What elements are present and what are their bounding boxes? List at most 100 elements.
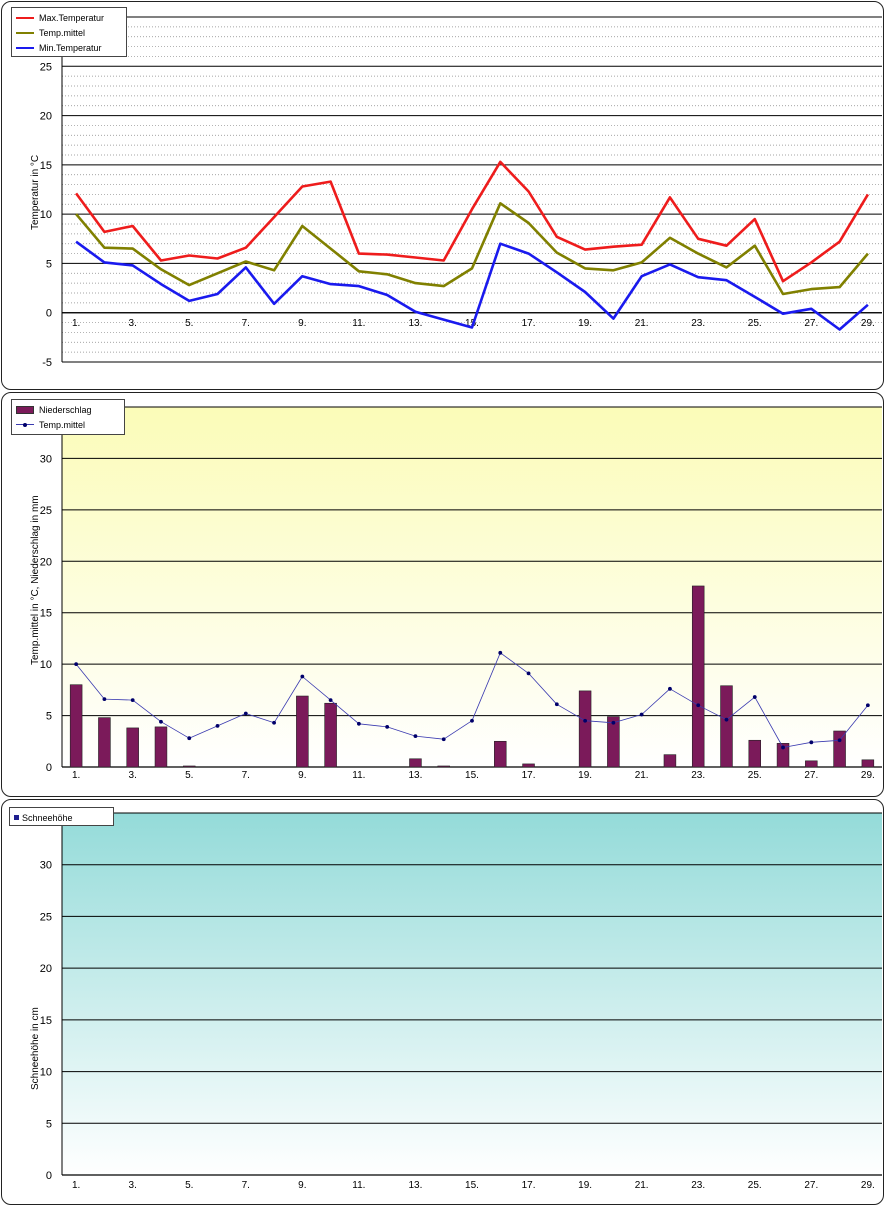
- bar: [126, 727, 139, 768]
- x-tick-label: 13.: [408, 770, 422, 781]
- x-tick-label: 7.: [242, 1180, 250, 1191]
- data-point: [300, 674, 305, 679]
- precipitation-legend: Niederschlag Temp.mittel: [11, 399, 125, 435]
- x-tick-label: 15.: [465, 1180, 479, 1191]
- x-tick-label: 29.: [861, 770, 875, 781]
- data-point: [696, 703, 701, 708]
- legend-label: Schneehöhe: [22, 812, 73, 823]
- y-tick-label: 0: [46, 762, 52, 774]
- y-tick-label: 5: [46, 1118, 52, 1130]
- x-tick-label: 11.: [352, 1180, 365, 1191]
- data-point: [243, 711, 248, 716]
- x-tick-label: 23.: [691, 1180, 705, 1191]
- data-point: [526, 671, 531, 676]
- y-tick-label: 20: [40, 963, 52, 975]
- bar: [98, 717, 111, 768]
- y-tick-label: 0: [46, 308, 52, 320]
- y-tick-label: 25: [40, 61, 52, 73]
- data-point: [159, 719, 163, 724]
- snow-depth-legend: Schneehöhe: [9, 807, 114, 826]
- legend-marker-dot: [23, 422, 27, 427]
- snow-depth-chart-panel: 0 5 10 15 20 25 30 1. 3. 5. 7. 9. 11. 13. 15. 17. 19. 21.…: [1, 799, 884, 1205]
- legend-label: Min.Temperatur: [39, 42, 102, 53]
- legend-item-schneehoehe: Schneehöhe: [14, 810, 109, 825]
- legend-item-min-temperatur: Min.Temperatur: [16, 40, 122, 55]
- x-tick-label: 13.: [408, 318, 422, 329]
- y-tick-label: 15: [40, 1015, 52, 1027]
- legend-item-temp-mittel: Temp.mittel: [16, 417, 120, 432]
- x-tick-label: 29.: [861, 318, 875, 329]
- x-tick-label: 3.: [129, 1180, 137, 1191]
- x-tick-label: 11.: [352, 770, 365, 781]
- y-tick-label: 30: [40, 860, 52, 872]
- x-tick-label: 5.: [185, 1180, 193, 1191]
- x-tick-label: 25.: [748, 770, 762, 781]
- x-tick-label: 13.: [408, 1180, 422, 1191]
- x-tick-label: 3.: [129, 770, 137, 781]
- bar: [69, 684, 83, 768]
- legend-line-icon: [16, 46, 34, 49]
- x-tick-label: 1.: [72, 1180, 80, 1191]
- y-tick-label: 30: [40, 453, 52, 465]
- data-point: [554, 702, 559, 707]
- x-tick-label: 21.: [635, 1180, 649, 1191]
- data-point: [781, 745, 785, 750]
- y-tick-label: 15: [40, 608, 52, 620]
- data-point: [74, 662, 79, 667]
- x-tick-label: 27.: [804, 1180, 818, 1191]
- bar: [522, 763, 535, 768]
- x-tick-label: 11.: [352, 318, 365, 329]
- bar: [494, 740, 507, 768]
- data-point: [215, 723, 220, 728]
- bar: [154, 726, 168, 768]
- data-point: [498, 650, 503, 655]
- y-tick-label: 5: [46, 711, 52, 723]
- legend-item-niederschlag: Niederschlag: [16, 402, 120, 417]
- bar: [691, 585, 705, 768]
- precipitation-chart: 0 5 10 15 20 25 30 1. 3. 5. 7. 9. 11. 13. 15. 17. 19. 21.…: [40, 406, 882, 781]
- legend-label: Niederschlag: [39, 404, 92, 415]
- x-tick-label: 23.: [691, 318, 705, 329]
- x-tick-label: 25.: [748, 318, 762, 329]
- data-point: [837, 738, 842, 743]
- snow-depth-y-axis-label: Schneehöhe in cm: [30, 1007, 41, 1090]
- data-point: [611, 720, 616, 725]
- x-tick-label: 9.: [298, 770, 306, 781]
- legend-bar-icon: [14, 815, 19, 820]
- x-tick-label: 7.: [242, 770, 250, 781]
- x-tick-label: 15.: [465, 770, 479, 781]
- plot-background: [62, 813, 882, 1175]
- y-tick-label: 20: [40, 111, 52, 123]
- temperature-chart: -505101520251. 3. 5. 7. 9. 11. 13. 15. 17. 19. 21.…: [40, 16, 882, 369]
- bar: [409, 758, 422, 768]
- temperature-chart-panel: -5 0 5 10 15 20 25 1. 3. 5. 7. 9. 11. 13. 15. 17. 19. 21.…: [1, 1, 884, 390]
- x-tick-label: 17.: [522, 770, 536, 781]
- legend-marker-line-icon: [16, 422, 34, 427]
- x-tick-label: 9.: [298, 1180, 306, 1191]
- data-point: [385, 724, 390, 729]
- x-tick-label: 5.: [185, 318, 193, 329]
- legend-label: Temp.mittel: [39, 27, 86, 38]
- x-tick-label: 21.: [635, 770, 649, 781]
- x-tick-label: 23.: [691, 770, 705, 781]
- data-point: [470, 718, 474, 723]
- data-point: [752, 695, 757, 699]
- x-tick-label: 9.: [298, 318, 306, 329]
- precipitation-y-axis-label: Temp.mittel in °C, Niederschlag in mm: [30, 495, 41, 665]
- data-point: [272, 720, 276, 725]
- bar: [805, 760, 818, 768]
- bar: [748, 739, 761, 768]
- bar: [437, 765, 450, 768]
- y-tick-label: 10: [40, 1067, 52, 1079]
- y-tick-label: 5: [46, 258, 52, 270]
- bar: [183, 765, 196, 768]
- legend-item-max-temperatur: Max.Temperatur: [16, 10, 122, 25]
- x-tick-label: 27.: [804, 770, 818, 781]
- plot-background: [62, 407, 882, 767]
- data-point: [809, 740, 814, 745]
- temperature-legend: Max.Temperatur Temp.mittel Min.Temperatu…: [11, 7, 127, 57]
- x-tick-label: 25.: [748, 1180, 762, 1191]
- x-tick-label: 21.: [635, 318, 649, 329]
- x-tick-label: 7.: [242, 318, 250, 329]
- x-tick-label: 27.: [804, 318, 818, 329]
